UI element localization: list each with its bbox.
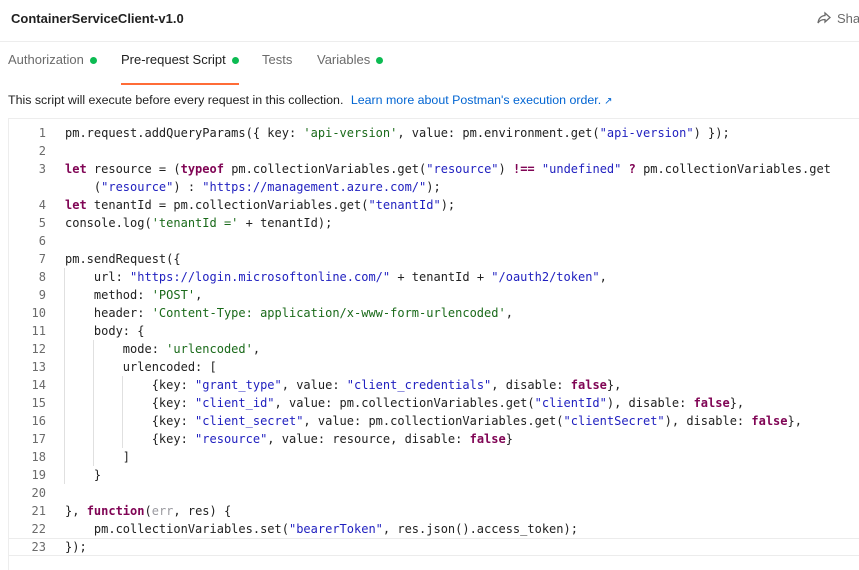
code-text: header: 'Content-Type: application/x-www… [65,306,513,320]
code-text: }); [65,540,87,554]
code-text: method: 'POST', [65,288,203,302]
code-text: {key: "client_secret", value: pm.collect… [65,414,802,428]
line-number: 14 [31,378,46,392]
line-number: 18 [31,450,46,464]
line-number: 3 [38,162,46,176]
line-number: 11 [31,324,46,338]
tab-label: Pre-request Script [121,52,226,67]
tab-authorization[interactable]: Authorization [8,52,97,85]
code-text: mode: 'urlencoded', [65,342,261,356]
indent-guide [121,376,123,448]
code-text: }, function(err, res) { [65,504,232,518]
description-text: This script will execute before every re… [8,93,344,107]
code-text: {key: "resource", value: resource, disab… [65,432,513,446]
tab-label: Authorization [8,52,84,67]
line-number: 9 [38,288,46,302]
external-link-icon: ↗ [604,96,613,107]
collection-title: ContainerServiceClient-v1.0 [11,11,184,26]
line-number: 10 [31,306,46,320]
line-number: 5 [38,216,46,230]
code-text: {key: "grant_type", value: "client_crede… [65,378,622,392]
code-text: body: { [65,324,145,338]
line-number: 17 [31,432,46,446]
link-label: Learn more about Postman's execution ord… [350,93,602,107]
line-number: 19 [31,468,46,482]
share-label: Sha [837,10,859,26]
code-text: pm.sendRequest({ [65,252,181,266]
code-text: let tenantId = pm.collectionVariables.ge… [65,198,456,212]
line-number: 23 [31,540,46,554]
status-dot-icon [231,57,239,64]
code-text: pm.collectionVariables.set("bearerToken"… [65,522,578,536]
indent-guide [63,268,65,484]
share-button[interactable]: Sha [816,10,859,26]
line-number: 8 [38,270,46,284]
script-description: This script will execute before every re… [8,93,613,107]
code-text: pm.request.addQueryParams({ key: 'api-ve… [65,126,730,140]
tab-label: Variables [317,52,371,67]
line-number: 6 [38,234,46,248]
line-number: 13 [31,360,46,374]
share-icon [817,11,831,24]
line-number: 16 [31,414,46,428]
line-number: 2 [38,144,46,158]
line-number: 15 [31,396,46,410]
code-text: url: "https://login.microsoftonline.com/… [65,270,607,284]
line-number: 12 [31,342,46,356]
line-number: 4 [38,198,46,212]
indent-guide [92,340,94,466]
tab-label: Tests [262,52,293,67]
code-text: } [65,468,102,482]
tab-variables[interactable]: Variables [317,52,384,85]
current-line-highlight [9,538,859,556]
execution-order-link[interactable]: Learn more about Postman's execution ord… [351,93,613,107]
line-number: 7 [38,252,46,266]
line-number: 1 [38,126,46,140]
line-number: 22 [31,522,46,536]
code-editor[interactable]: 1 pm.request.addQueryParams({ key: 'api-v… [8,118,859,570]
code-text: let resource = (typeof pm.collectionVari… [65,162,831,176]
code-text: console.log('tenantId =' + tenantId); [65,216,333,230]
tab-bar: Authorization Pre-request Script Tests V… [0,43,859,85]
status-dot-icon [376,57,384,64]
line-number: 20 [31,486,46,500]
code-text: {key: "client_id", value: pm.collectionV… [65,396,745,410]
line-number: 21 [31,504,46,518]
code-text: ] [65,450,131,464]
tab-pre-request-script[interactable]: Pre-request Script [121,52,239,85]
status-dot-icon [89,57,97,64]
collection-header: ContainerServiceClient-v1.0 Sha [0,0,859,42]
code-text: ("resource") : "https://management.azure… [65,180,441,194]
tab-tests[interactable]: Tests [262,52,292,85]
code-text: urlencoded: [ [65,360,217,374]
